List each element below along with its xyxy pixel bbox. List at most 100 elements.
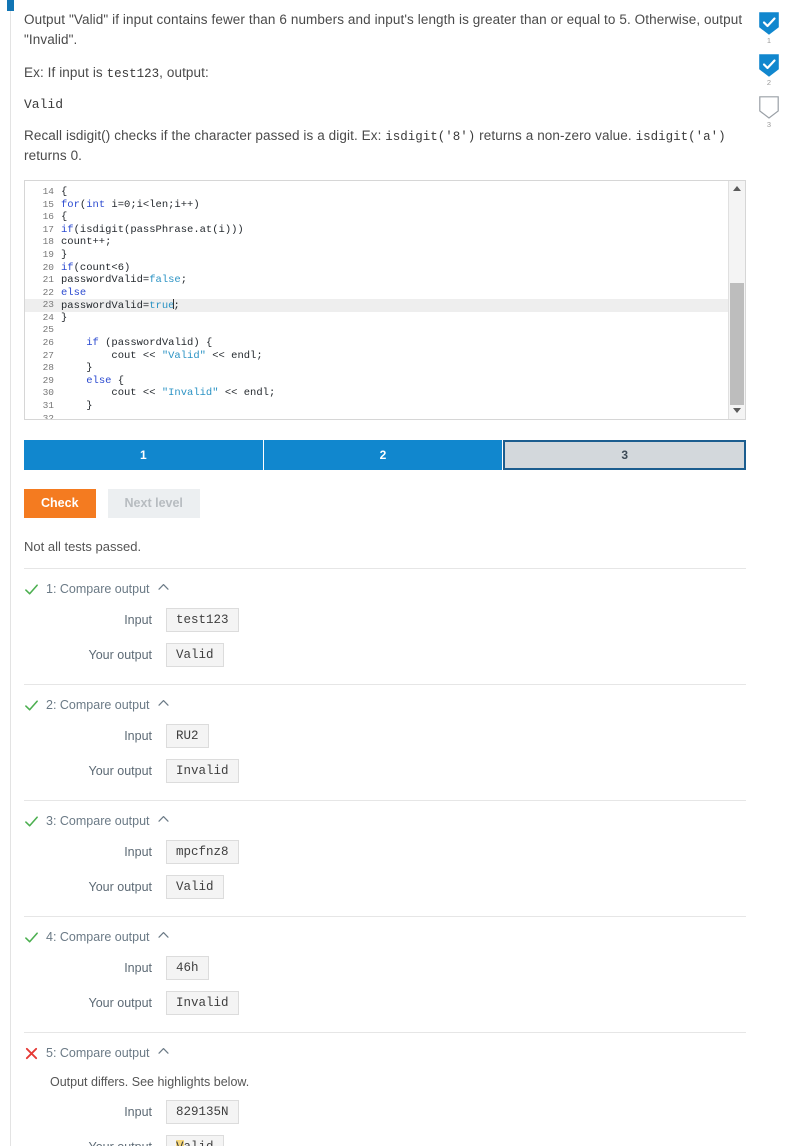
test-result-item: 5: Compare output Output differs. See hig… xyxy=(24,1033,746,1146)
code-editor[interactable]: 14{15for(int i=0;i<len;i++)16{17if(isdig… xyxy=(24,180,746,420)
check-button[interactable]: Check xyxy=(24,489,96,518)
code-line[interactable]: 32 xyxy=(25,413,728,419)
code-line[interactable]: 26 if (passwordValid) { xyxy=(25,337,728,350)
code-line[interactable]: 23passwordValid=true; xyxy=(25,299,728,312)
code-line[interactable]: 17if(isdigit(passPhrase.at(i))) xyxy=(25,224,728,237)
level-badge-2: 2 xyxy=(752,54,786,87)
code-line[interactable]: 18count++; xyxy=(25,236,728,249)
check-icon xyxy=(24,930,39,945)
code-line[interactable]: 15for(int i=0;i<len;i++) xyxy=(25,199,728,212)
test-status-message: Not all tests passed. xyxy=(24,539,746,554)
input-value: RU2 xyxy=(166,724,209,748)
test-row: Your outputValid xyxy=(24,643,746,667)
test-row: Your outputValid xyxy=(24,1135,746,1146)
test-rows: Input46h Your outputInvalid xyxy=(24,956,746,1015)
input-value: 46h xyxy=(166,956,209,980)
exercise-page: 123 Output "Valid" if input contains few… xyxy=(0,0,806,1146)
prompt-line-4-pre: Recall isdigit() checks if the character… xyxy=(24,128,385,143)
code-line[interactable]: 21passwordValid=false; xyxy=(25,274,728,287)
empty-shield-icon xyxy=(759,96,779,119)
test-row: InputRU2 xyxy=(24,724,746,748)
chevron-up-icon[interactable] xyxy=(158,698,169,710)
line-number: 17 xyxy=(25,224,61,237)
next-level-button: Next level xyxy=(108,489,200,518)
line-number: 15 xyxy=(25,199,61,212)
line-number: 32 xyxy=(25,413,61,419)
code-line[interactable]: 25 xyxy=(25,324,728,337)
chevron-up-icon[interactable] xyxy=(158,1046,169,1058)
chevron-up-icon[interactable] xyxy=(158,582,169,594)
scroll-down-arrow-icon[interactable] xyxy=(729,403,745,419)
scrollbar-thumb[interactable] xyxy=(730,283,744,405)
test-result-header[interactable]: 5: Compare output xyxy=(24,1033,746,1061)
code-line[interactable]: 27 cout << "Valid" << endl; xyxy=(25,350,728,363)
code-line[interactable]: 16{ xyxy=(25,211,728,224)
test-rows: InputRU2 Your outputInvalid xyxy=(24,724,746,783)
code-line[interactable]: 20if(count<6) xyxy=(25,262,728,275)
code-lines-container[interactable]: 14{15for(int i=0;i<len;i++)16{17if(isdig… xyxy=(25,181,728,419)
your-output-value: Valid xyxy=(166,1135,224,1146)
code-line[interactable]: 24} xyxy=(25,312,728,325)
line-text: else { xyxy=(61,375,124,388)
your-output-value: Valid xyxy=(166,875,224,899)
code-line[interactable]: 28 } xyxy=(25,362,728,375)
test-rows: Inputmpcfnz8Your outputValid xyxy=(24,840,746,899)
line-text: } xyxy=(61,362,93,375)
line-number: 16 xyxy=(25,211,61,224)
test-result-header[interactable]: 4: Compare output xyxy=(24,917,746,945)
test-results-list: 1: Compare output Inputtest123Your output… xyxy=(24,569,746,1146)
prompt-line-4-mid: returns a non-zero value. xyxy=(475,128,635,143)
level-badge-number: 1 xyxy=(752,36,786,45)
code-line[interactable]: 14{ xyxy=(25,186,728,199)
editor-scrollbar[interactable] xyxy=(728,181,745,419)
level-tab-3[interactable]: 3 xyxy=(503,440,746,470)
test-result-header[interactable]: 3: Compare output xyxy=(24,801,746,829)
prompt-line-2-pre: Ex: If input is xyxy=(24,65,107,80)
code-line[interactable]: 29 else { xyxy=(25,375,728,388)
test-result-item: 4: Compare output Input46h Your outputInva… xyxy=(24,917,746,1033)
diff-highlight: V xyxy=(176,1140,184,1146)
check-icon xyxy=(24,698,39,713)
line-text: else xyxy=(61,287,86,300)
code-line[interactable]: 31 } xyxy=(25,400,728,413)
line-text: cout << "Valid" << endl; xyxy=(61,350,263,363)
input-label: Input xyxy=(24,845,166,859)
test-spacer xyxy=(24,783,746,800)
chevron-up-icon[interactable] xyxy=(158,930,169,942)
prompt-line-1: Output "Valid" if input contains fewer t… xyxy=(24,10,746,49)
line-text: cout << "Invalid" << endl; xyxy=(61,387,275,400)
level-tab-1[interactable]: 1 xyxy=(24,440,263,470)
test-row: Your outputInvalid xyxy=(24,991,746,1015)
test-result-header[interactable]: 2: Compare output xyxy=(24,685,746,713)
line-text: { xyxy=(61,211,67,224)
input-label: Input xyxy=(24,961,166,975)
code-line[interactable]: 22else xyxy=(25,287,728,300)
test-row: Inputmpcfnz8 xyxy=(24,840,746,864)
line-number: 14 xyxy=(25,186,61,199)
test-rows: Inputtest123Your outputValid xyxy=(24,608,746,667)
test-row: Input829135N xyxy=(24,1100,746,1124)
diff-note: Output differs. See highlights below. xyxy=(50,1075,746,1089)
line-number: 24 xyxy=(25,312,61,325)
code-line[interactable]: 19} xyxy=(25,249,728,262)
level-tab-2[interactable]: 2 xyxy=(264,440,503,470)
your-output-value: Invalid xyxy=(166,759,239,783)
test-row: Your outputInvalid xyxy=(24,759,746,783)
your-output-label: Your output xyxy=(24,996,166,1010)
code-line[interactable]: 30 cout << "Invalid" << endl; xyxy=(25,387,728,400)
input-label: Input xyxy=(24,613,166,627)
line-text: if(count<6) xyxy=(61,262,130,275)
your-output-value: Valid xyxy=(166,643,224,667)
your-output-label: Your output xyxy=(24,648,166,662)
test-result-title: 5: Compare output xyxy=(46,1046,150,1060)
level-tabs[interactable]: 123 xyxy=(24,440,746,470)
left-border-rule xyxy=(10,0,11,1146)
test-result-title: 2: Compare output xyxy=(46,698,150,712)
scroll-up-arrow-icon[interactable] xyxy=(729,181,745,197)
chevron-up-icon[interactable] xyxy=(158,814,169,826)
prompt-line-4-post: returns 0. xyxy=(24,148,82,163)
test-result-header[interactable]: 1: Compare output xyxy=(24,569,746,597)
line-text: if(isdigit(passPhrase.at(i))) xyxy=(61,224,244,237)
line-number: 27 xyxy=(25,350,61,363)
level-badge-number: 3 xyxy=(752,120,786,129)
